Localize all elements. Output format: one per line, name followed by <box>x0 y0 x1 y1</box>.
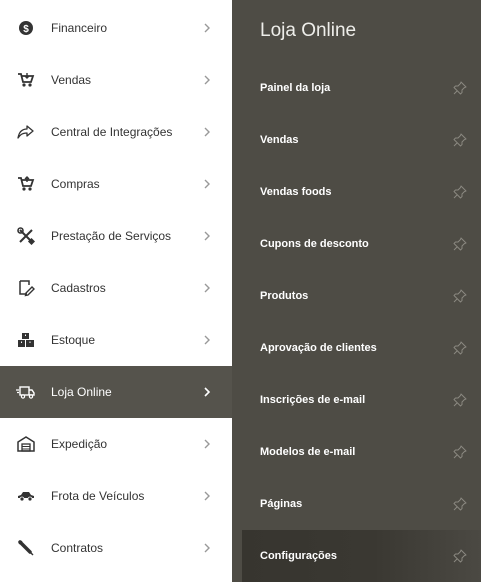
menu-item-frota-de-veiculos[interactable]: Frota de Veículos <box>0 470 232 522</box>
pin-icon[interactable] <box>452 496 468 512</box>
pin-icon[interactable] <box>452 392 468 408</box>
chevron-right-icon <box>202 335 212 345</box>
dollar-coin-icon: $ <box>16 18 36 38</box>
submenu-item-vendas-foods[interactable]: Vendas foods <box>232 166 481 218</box>
submenu-item-paginas[interactable]: Páginas <box>232 478 481 530</box>
submenu-item-label: Aprovação de clientes <box>260 342 377 354</box>
pin-icon[interactable] <box>452 288 468 304</box>
pin-icon[interactable] <box>452 548 468 564</box>
tools-icon <box>16 226 36 246</box>
svg-text:$: $ <box>23 24 29 35</box>
menu-item-label: Vendas <box>51 73 92 87</box>
menu-item-label: Financeiro <box>51 21 108 35</box>
menu-item-vendas[interactable]: Vendas <box>0 54 232 106</box>
submenu-item-label: Cupons de desconto <box>260 238 369 250</box>
pin-icon[interactable] <box>452 236 468 252</box>
chevron-right-icon <box>202 387 212 397</box>
chevron-right-icon <box>202 439 212 449</box>
submenu-item-label: Modelos de e-mail <box>260 446 356 458</box>
chevron-right-icon <box>202 283 212 293</box>
pin-icon[interactable] <box>452 80 468 96</box>
submenu-item-modelos-de-email[interactable]: Modelos de e-mail <box>232 426 481 478</box>
share-arrow-icon <box>16 122 36 142</box>
submenu-item-label: Vendas foods <box>260 186 332 198</box>
boxes-icon <box>16 330 36 350</box>
pen-icon <box>16 538 36 558</box>
submenu-item-produtos[interactable]: Produtos <box>232 270 481 322</box>
shopping-cart-icon <box>16 174 36 194</box>
submenu-item-inscricoes-de-email[interactable]: Inscrições de e-mail <box>232 374 481 426</box>
shopping-cart-icon <box>16 70 36 90</box>
chevron-right-icon <box>202 179 212 189</box>
chevron-right-icon <box>202 543 212 553</box>
menu-item-label: Frota de Veículos <box>51 489 145 503</box>
submenu-item-vendas[interactable]: Vendas <box>232 114 481 166</box>
submenu-item-label: Produtos <box>260 290 309 302</box>
submenu-panel: Loja Online Painel da loja Vendas Vendas… <box>232 0 481 582</box>
main-menu: $ Financeiro Vendas Central de Integraçõ… <box>0 0 232 582</box>
submenu-title: Loja Online <box>260 20 357 41</box>
pin-icon[interactable] <box>452 340 468 356</box>
submenu-item-configuracoes[interactable]: Configurações <box>242 530 481 582</box>
menu-item-label: Loja Online <box>51 385 112 399</box>
pin-icon[interactable] <box>452 184 468 200</box>
submenu-item-label: Inscrições de e-mail <box>260 394 366 406</box>
menu-item-financeiro[interactable]: $ Financeiro <box>0 2 232 54</box>
submenu-item-label: Configurações <box>260 550 338 562</box>
menu-item-label: Compras <box>51 177 100 191</box>
submenu-item-painel-da-loja[interactable]: Painel da loja <box>232 62 481 114</box>
submenu-item-cupons-de-desconto[interactable]: Cupons de desconto <box>232 218 481 270</box>
pin-icon[interactable] <box>452 444 468 460</box>
menu-item-contratos[interactable]: Contratos <box>0 522 232 574</box>
menu-item-label: Cadastros <box>51 281 106 295</box>
submenu-item-aprovacao-de-clientes[interactable]: Aprovação de clientes <box>232 322 481 374</box>
menu-item-label: Prestação de Serviços <box>51 229 172 243</box>
menu-item-compras[interactable]: Compras <box>0 158 232 210</box>
submenu-item-label: Páginas <box>260 498 303 510</box>
menu-item-estoque[interactable]: Estoque <box>0 314 232 366</box>
chevron-right-icon <box>202 491 212 501</box>
menu-item-label: Contratos <box>51 541 104 555</box>
chevron-right-icon <box>202 75 212 85</box>
menu-item-central-de-integracoes[interactable]: Central de Integrações <box>0 106 232 158</box>
car-icon <box>16 486 36 506</box>
menu-item-cadastros[interactable]: Cadastros <box>0 262 232 314</box>
warehouse-icon <box>16 434 36 454</box>
chevron-right-icon <box>202 127 212 137</box>
submenu-item-label: Vendas <box>260 134 299 146</box>
menu-item-expedicao[interactable]: Expedição <box>0 418 232 470</box>
menu-item-label: Expedição <box>51 437 108 451</box>
menu-item-label: Central de Integrações <box>51 125 173 139</box>
menu-item-label: Estoque <box>51 333 96 347</box>
edit-form-icon <box>16 278 36 298</box>
submenu-item-label: Painel da loja <box>260 82 331 94</box>
chevron-right-icon <box>202 23 212 33</box>
delivery-truck-icon <box>16 382 36 402</box>
menu-item-loja-online[interactable]: Loja Online <box>0 366 232 418</box>
chevron-right-icon <box>202 231 212 241</box>
menu-item-prestacao-de-servicos[interactable]: Prestação de Serviços <box>0 210 232 262</box>
pin-icon[interactable] <box>452 132 468 148</box>
